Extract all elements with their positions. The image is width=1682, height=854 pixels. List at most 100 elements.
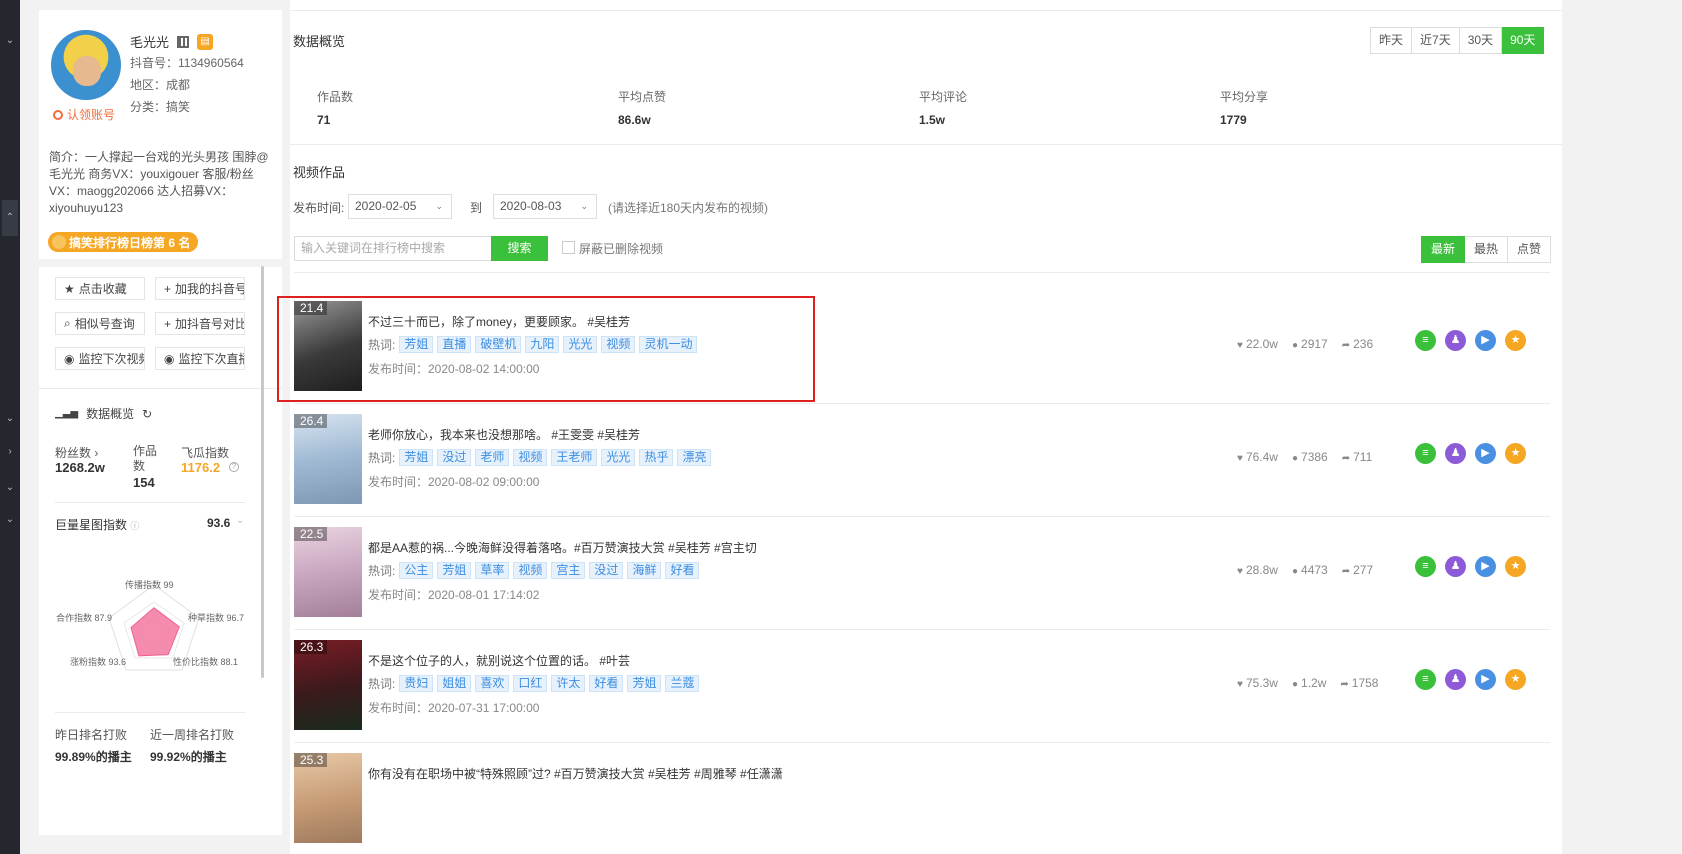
share-icon: ➦ — [1341, 340, 1351, 351]
hot-words: 热词: 贵妇 姐姐 喜欢 口红 许太 好看 芳姐 兰蔻 — [368, 675, 700, 692]
favorite-button[interactable]: ★ 点击收藏 — [55, 277, 145, 300]
refresh-icon[interactable]: ↻ — [142, 407, 152, 421]
chevron-right-icon[interactable]: › — [2, 444, 18, 460]
hot-tag[interactable]: 兰蔻 — [665, 675, 700, 692]
hide-deleted-checkbox[interactable] — [562, 241, 575, 254]
star-icon[interactable]: ★ — [1505, 330, 1526, 351]
rank-badge[interactable]: 搞笑排行榜日榜第 6 名 — [48, 232, 199, 252]
period-30d[interactable]: 30天 — [1459, 27, 1503, 54]
monitor-video-button[interactable]: ◉ 监控下次视频 — [55, 347, 145, 370]
chevron-down-icon[interactable]: ⌄ — [2, 512, 18, 528]
shop-icon[interactable]: ▤ — [197, 33, 214, 50]
star-index-value: 93.6 — [207, 516, 231, 530]
share-icon: ➦ — [1341, 566, 1351, 577]
help-icon[interactable]: ? — [229, 462, 239, 472]
eye-icon: ◉ — [164, 351, 175, 366]
detail-icon[interactable]: ≡ — [1415, 669, 1436, 690]
chevron-down-icon[interactable]: ⌄ — [2, 33, 18, 49]
audience-icon[interactable]: ♟ — [1445, 330, 1466, 351]
video-row[interactable]: 25.3 你有没有在职场中被“特殊照顾”过? #百万赞演技大赏 #吴桂芳 #周雅… — [294, 743, 1550, 854]
hot-tag[interactable]: 漂亮 — [677, 449, 712, 466]
period-yesterday[interactable]: 昨天 — [1370, 27, 1413, 54]
hot-tag[interactable]: 视频 — [513, 449, 548, 466]
video-title[interactable]: 不是这个位子的人，就别说这个位置的话。 #叶芸 — [368, 652, 630, 669]
video-title[interactable]: 老师你放心，我本来也没想那啥。 #王雯雯 #吴桂芳 — [368, 426, 640, 443]
video-row[interactable]: 22.5 都是AA惹的祸...今晚海鲜没得着落咯。#百万赞演技大赏 #吴桂芳 #… — [294, 517, 1550, 629]
hot-tag[interactable]: 芳姐 — [437, 562, 472, 579]
sidebar-scrollbar[interactable] — [261, 266, 264, 678]
claim-account-link[interactable]: 认领账号 — [53, 106, 115, 123]
chevron-down-icon[interactable]: ⌄ — [2, 411, 18, 427]
search-button[interactable]: 搜索 — [491, 236, 548, 261]
video-title[interactable]: 你有没有在职场中被“特殊照顾”过? #百万赞演技大赏 #吴桂芳 #周雅琴 #任潇… — [368, 765, 783, 782]
sort-likes[interactable]: 点赞 — [1508, 236, 1552, 263]
add-compare-button[interactable]: + 加抖音号对比 — [155, 312, 245, 335]
hot-tag[interactable]: 热乎 — [639, 449, 674, 466]
profile-name: 毛光光 — [130, 35, 170, 50]
star-icon[interactable]: ★ — [1505, 556, 1526, 577]
video-title[interactable]: 都是AA惹的祸...今晚海鲜没得着落咯。#百万赞演技大赏 #吴桂芳 #宫主切 — [368, 539, 757, 556]
radar-label-grass: 种草指数 96.7 — [188, 613, 245, 623]
publish-time: 发布时间：2020-08-01 17:14:02 — [368, 588, 540, 602]
play-icon[interactable]: ▶ — [1475, 443, 1496, 464]
hot-tag[interactable]: 海鲜 — [627, 562, 662, 579]
video-ops: ≡ ♟ ▶ ★ — [1415, 669, 1526, 690]
play-icon[interactable]: ▶ — [1475, 330, 1496, 351]
audience-icon[interactable]: ♟ — [1445, 669, 1466, 690]
sort-hottest[interactable]: 最热 — [1465, 236, 1509, 263]
hot-tag[interactable]: 没过 — [437, 449, 472, 466]
side-overview-header: ▁▃▅ 数据概览 ↻ — [55, 406, 153, 422]
qr-code-icon[interactable] — [177, 35, 190, 48]
hot-tag[interactable]: 老师 — [475, 449, 510, 466]
play-icon[interactable]: ▶ — [1475, 669, 1496, 690]
detail-icon[interactable]: ≡ — [1415, 443, 1436, 464]
star-icon[interactable]: ★ — [1505, 669, 1526, 690]
category: 分类：搞笑 — [130, 100, 191, 114]
detail-icon[interactable]: ≡ — [1415, 556, 1436, 577]
hot-tag[interactable]: 公主 — [399, 562, 434, 579]
hot-tag[interactable]: 贵妇 — [399, 675, 434, 692]
hot-tag[interactable]: 光光 — [601, 449, 636, 466]
period-7d[interactable]: 近7天 — [1412, 27, 1460, 54]
stat-label: 平均点赞 — [618, 90, 667, 104]
hot-tag[interactable]: 芳姐 — [399, 449, 434, 466]
hot-tag[interactable]: 喜欢 — [475, 675, 510, 692]
hot-tag[interactable]: 许太 — [551, 675, 586, 692]
chevron-up-icon[interactable]: ⌃ — [2, 200, 18, 236]
video-thumbnail[interactable]: 25.3 — [294, 753, 362, 843]
fans-label[interactable]: 粉丝数 › — [55, 444, 98, 461]
chevron-down-icon[interactable]: ⌄ — [2, 480, 18, 496]
search-input[interactable]: 输入关键词在排行榜中搜索 — [294, 236, 492, 261]
hot-tag[interactable]: 宫主 — [551, 562, 586, 579]
add-my-douyin-button[interactable]: + 加我的抖音号 — [155, 277, 245, 300]
video-row[interactable]: 26.4 老师你放心，我本来也没想那啥。 #王雯雯 #吴桂芳 热词: 芳姐 没过老… — [294, 404, 1550, 516]
period-90d[interactable]: 90天 — [1502, 27, 1545, 54]
play-icon[interactable]: ▶ — [1475, 556, 1496, 577]
monitor-live-button[interactable]: ◉ 监控下次直播 — [155, 347, 245, 370]
hot-tag[interactable]: 王老师 — [551, 449, 598, 466]
stat-value: 1779 — [1220, 113, 1247, 127]
video-thumbnail[interactable]: 26.3 — [294, 640, 362, 730]
similar-search-button[interactable]: ⌕ 相似号查询 — [55, 312, 145, 335]
date-to-picker[interactable]: 2020-08-03 ⌄ — [493, 194, 597, 219]
date-label: 发布时间: — [293, 201, 345, 215]
video-row[interactable]: 26.3 不是这个位子的人，就别说这个位置的话。 #叶芸 热词: 贵妇 姐姐 喜欢口… — [294, 630, 1550, 742]
chevron-down-icon[interactable]: ⌄ — [236, 515, 244, 526]
hot-tag[interactable]: 好看 — [589, 675, 624, 692]
audience-icon[interactable]: ♟ — [1445, 556, 1466, 577]
hot-tag[interactable]: 草率 — [475, 562, 510, 579]
hot-tag[interactable]: 视频 — [513, 562, 548, 579]
hot-tag[interactable]: 芳姐 — [627, 675, 662, 692]
star-icon[interactable]: ★ — [1505, 443, 1526, 464]
date-from-picker[interactable]: 2020-02-05 ⌄ — [348, 194, 452, 219]
video-thumbnail[interactable]: 22.5 — [294, 527, 362, 617]
video-thumbnail[interactable]: 26.4 — [294, 414, 362, 504]
audience-icon[interactable]: ♟ — [1445, 443, 1466, 464]
hot-tag[interactable]: 口红 — [513, 675, 548, 692]
sort-latest[interactable]: 最新 — [1421, 236, 1466, 263]
stat-value: 1.5w — [919, 113, 946, 127]
hot-tag[interactable]: 姐姐 — [437, 675, 472, 692]
hot-tag[interactable]: 好看 — [665, 562, 700, 579]
hot-tag[interactable]: 没过 — [589, 562, 624, 579]
detail-icon[interactable]: ≡ — [1415, 330, 1436, 351]
